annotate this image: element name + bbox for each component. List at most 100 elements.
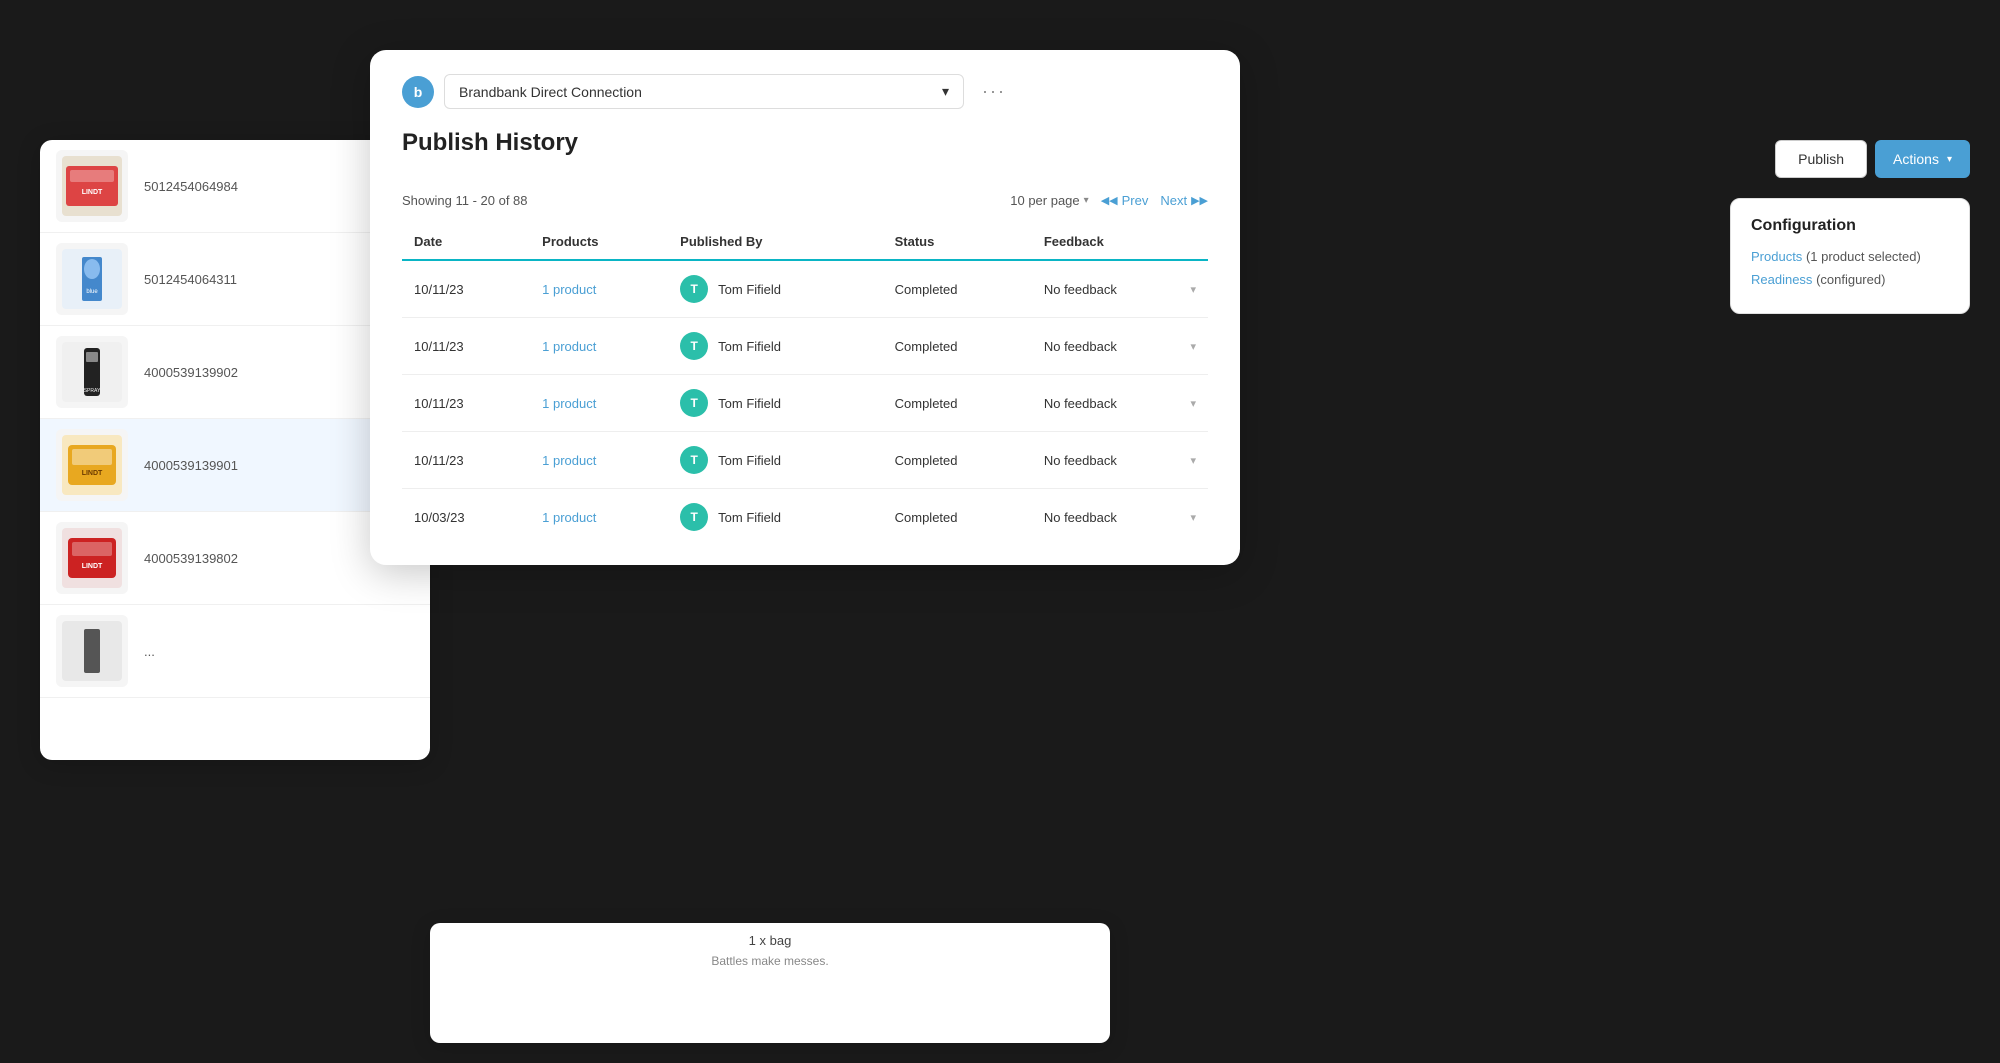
col-date: Date <box>402 224 530 260</box>
next-button[interactable]: Next ▶▶ <box>1160 193 1208 208</box>
actions-label: Actions <box>1893 151 1939 167</box>
cell-status-1: Completed <box>883 318 1032 375</box>
feedback-dropdown-icon-0[interactable]: ▾ <box>1190 283 1196 296</box>
cell-status-2: Completed <box>883 375 1032 432</box>
feedback-dropdown-icon-4[interactable]: ▾ <box>1190 511 1196 524</box>
publisher-avatar-4: T <box>680 503 708 531</box>
table-row: 10/11/23 1 product T Tom Fifield Complet… <box>402 260 1208 318</box>
cell-date-4: 10/03/23 <box>402 489 530 546</box>
config-products-item: Products (1 product selected) <box>1751 249 1949 264</box>
prev-label: Prev <box>1122 193 1149 208</box>
config-readiness-link[interactable]: Readiness <box>1751 272 1812 287</box>
cell-products-0[interactable]: 1 product <box>530 260 668 318</box>
barcode-3: 4000539139902 <box>144 365 238 380</box>
pagination-controls: 10 per page ▾ ◀◀ Prev Next ▶▶ <box>1010 193 1208 208</box>
configuration-card: Configuration Products (1 product select… <box>1730 198 1970 314</box>
feedback-dropdown-icon-1[interactable]: ▾ <box>1190 340 1196 353</box>
connector-dropdown[interactable]: Brandbank Direct Connection ▾ <box>444 74 964 109</box>
action-buttons: Publish Actions ▾ <box>1730 140 1970 178</box>
per-page-label: 10 per page <box>1010 193 1079 208</box>
main-modal: b Brandbank Direct Connection ▾ ··· Publ… <box>370 50 1240 565</box>
cell-publisher-1: T Tom Fifield <box>668 318 882 375</box>
per-page-selector[interactable]: 10 per page ▾ <box>1010 193 1088 208</box>
chevron-down-icon: ▾ <box>942 83 949 100</box>
cell-products-2[interactable]: 1 product <box>530 375 668 432</box>
feedback-dropdown-icon-2[interactable]: ▾ <box>1190 397 1196 410</box>
cell-products-3[interactable]: 1 product <box>530 432 668 489</box>
publisher-name-2: Tom Fifield <box>718 396 781 411</box>
publisher-name-4: Tom Fifield <box>718 510 781 525</box>
feedback-dropdown-icon-3[interactable]: ▾ <box>1190 454 1196 467</box>
cell-date-1: 10/11/23 <box>402 318 530 375</box>
pagination-bar: Showing 11 - 20 of 88 10 per page ▾ ◀◀ P… <box>402 193 1208 208</box>
modal-header: b Brandbank Direct Connection ▾ ··· Publ… <box>370 50 1240 173</box>
product-thumb-3: SPRAY <box>56 336 128 408</box>
bottom-data-panel: 1 x bag Battles make messes. <box>430 923 1110 1043</box>
publisher-name-1: Tom Fifield <box>718 339 781 354</box>
cell-status-0: Completed <box>883 260 1032 318</box>
feedback-text-0: No feedback <box>1044 282 1117 297</box>
publisher-avatar-0: T <box>680 275 708 303</box>
col-feedback: Feedback <box>1032 224 1208 260</box>
config-readiness-meta: (configured) <box>1816 272 1885 287</box>
product-thumb-2: blue <box>56 243 128 315</box>
feedback-text-2: No feedback <box>1044 396 1117 411</box>
cell-feedback-0: No feedback ▾ <box>1032 260 1208 318</box>
prev-button[interactable]: ◀◀ Prev <box>1101 193 1149 208</box>
modal-body: Showing 11 - 20 of 88 10 per page ▾ ◀◀ P… <box>370 173 1240 565</box>
publisher-name-3: Tom Fifield <box>718 453 781 468</box>
more-options-button[interactable]: ··· <box>974 77 1014 106</box>
cell-feedback-1: No feedback ▾ <box>1032 318 1208 375</box>
right-panel: Publish Actions ▾ Configuration Products… <box>1730 140 1970 314</box>
cell-date-0: 10/11/23 <box>402 260 530 318</box>
per-page-arrow-icon: ▾ <box>1084 195 1089 206</box>
actions-dropdown-icon: ▾ <box>1947 154 1952 165</box>
config-title: Configuration <box>1751 217 1949 235</box>
barcode-6: ... <box>144 644 155 659</box>
feedback-text-1: No feedback <box>1044 339 1117 354</box>
cell-feedback-2: No feedback ▾ <box>1032 375 1208 432</box>
feedback-text-3: No feedback <box>1044 453 1117 468</box>
publish-button[interactable]: Publish <box>1775 140 1867 178</box>
actions-button[interactable]: Actions ▾ <box>1875 140 1970 178</box>
product-thumb-4: LINDT <box>56 429 128 501</box>
publisher-avatar-1: T <box>680 332 708 360</box>
product-thumb-6 <box>56 615 128 687</box>
svg-text:blue: blue <box>86 289 98 295</box>
svg-text:LINDT: LINDT <box>82 563 103 570</box>
product-thumb-1: LINDT <box>56 150 128 222</box>
publisher-avatar-3: T <box>680 446 708 474</box>
next-arrow-icon: ▶▶ <box>1191 194 1208 207</box>
cell-products-1[interactable]: 1 product <box>530 318 668 375</box>
cell-date-2: 10/11/23 <box>402 375 530 432</box>
publisher-name-0: Tom Fifield <box>718 282 781 297</box>
config-products-link[interactable]: Products <box>1751 249 1802 264</box>
next-label: Next <box>1160 193 1187 208</box>
cell-publisher-4: T Tom Fifield <box>668 489 882 546</box>
showing-text: Showing 11 - 20 of 88 <box>402 193 528 208</box>
connector-icon: b <box>402 76 434 108</box>
product-thumb-5: LINDT <box>56 522 128 594</box>
cell-products-4[interactable]: 1 product <box>530 489 668 546</box>
bottom-panel-sub-text: Battles make messes. <box>450 954 1090 968</box>
col-status: Status <box>883 224 1032 260</box>
connector-bar: b Brandbank Direct Connection ▾ ··· <box>402 74 1208 109</box>
connector-name: Brandbank Direct Connection <box>459 84 642 100</box>
cell-status-3: Completed <box>883 432 1032 489</box>
barcode-4: 4000539139901 <box>144 458 238 473</box>
config-readiness-item: Readiness (configured) <box>1751 272 1949 287</box>
history-table: Date Products Published By Status Feedba… <box>402 224 1208 545</box>
cell-date-3: 10/11/23 <box>402 432 530 489</box>
col-published-by: Published By <box>668 224 882 260</box>
cell-status-4: Completed <box>883 489 1032 546</box>
cell-publisher-3: T Tom Fifield <box>668 432 882 489</box>
feedback-text-4: No feedback <box>1044 510 1117 525</box>
table-row: 10/11/23 1 product T Tom Fifield Complet… <box>402 375 1208 432</box>
cell-feedback-3: No feedback ▾ <box>1032 432 1208 489</box>
table-row: 10/11/23 1 product T Tom Fifield Complet… <box>402 318 1208 375</box>
cell-publisher-2: T Tom Fifield <box>668 375 882 432</box>
barcode-5: 4000539139802 <box>144 551 238 566</box>
config-products-meta: (1 product selected) <box>1806 249 1921 264</box>
table-header-row: Date Products Published By Status Feedba… <box>402 224 1208 260</box>
product-row-6[interactable]: ... <box>40 605 430 698</box>
